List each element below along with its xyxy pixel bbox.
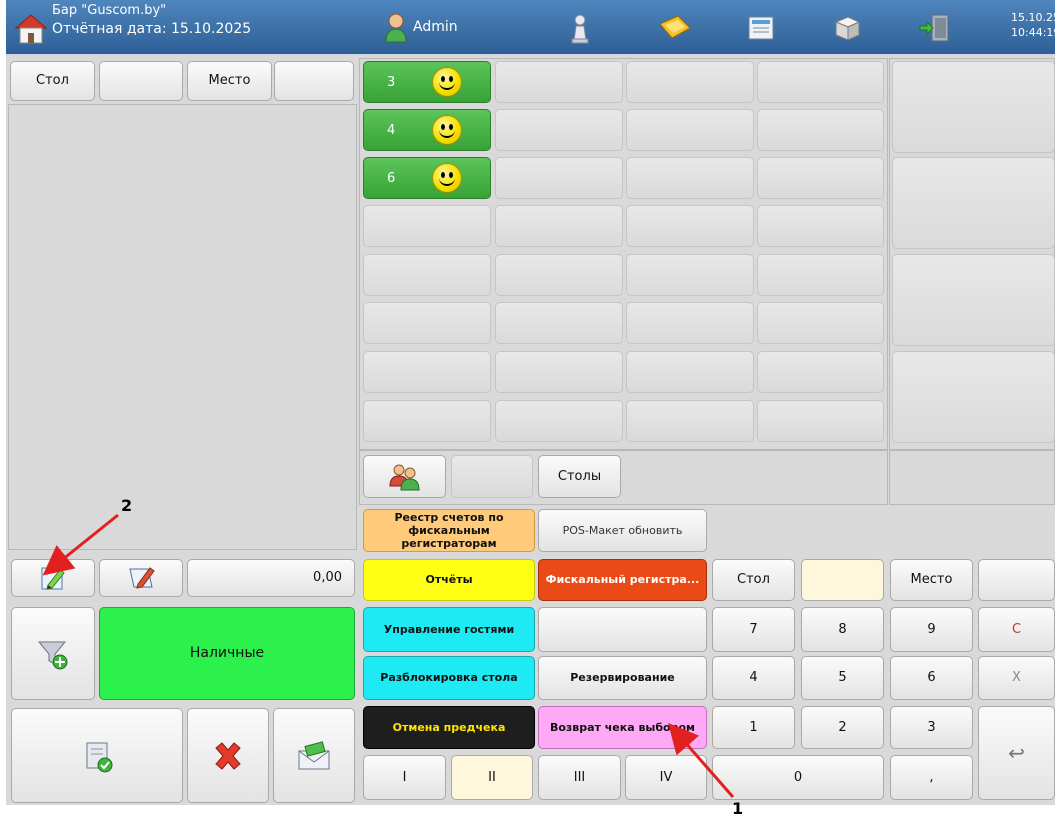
- arrow-2: [42, 513, 119, 576]
- annotation-arrows: [42, 513, 735, 798]
- arrow-1: [668, 722, 735, 798]
- annotation-label-2: 2: [121, 496, 133, 515]
- annotation-label-1: 1: [732, 799, 744, 818]
